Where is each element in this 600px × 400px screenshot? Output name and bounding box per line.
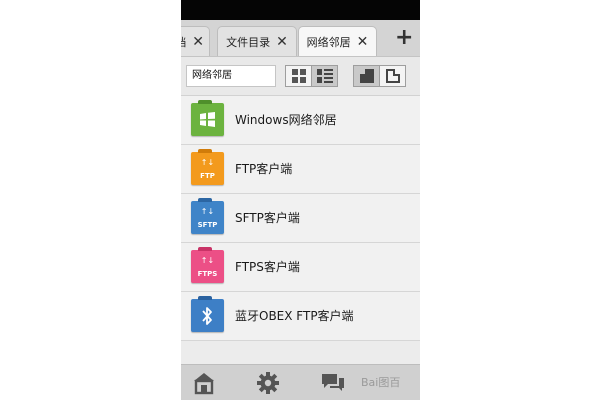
gear-icon[interactable] [256, 371, 280, 395]
folder-tab [198, 149, 212, 153]
single-pane-button[interactable] [354, 66, 379, 86]
add-tab-button[interactable]: + [395, 24, 413, 52]
view-mode-toggle [285, 65, 338, 87]
watermark: Bai图百 [361, 376, 401, 389]
windows-logo-icon [191, 100, 224, 136]
dual-pane-icon [385, 69, 400, 83]
chat-icon[interactable] [321, 371, 345, 395]
list-item[interactable]: ↑↓ FTP FTP客户端 [181, 145, 420, 194]
path-field[interactable]: 网络邻居 [186, 65, 276, 87]
list-item-label: SFTP客户端 [235, 211, 300, 225]
bluetooth-icon [191, 296, 224, 332]
tab-label: 文件目录 [226, 35, 271, 49]
protocol-tag: SFTP [197, 221, 218, 229]
protocol-tag: FTP [200, 172, 215, 180]
list-item[interactable]: ↑↓ FTPS FTPS客户端 [181, 243, 420, 292]
windows-flag-icon [200, 112, 215, 127]
tab-file-directory[interactable]: 文件目录 ✕ [217, 26, 297, 56]
status-bar [181, 0, 420, 20]
list-item-label: 蓝牙OBEX FTP客户端 [235, 309, 354, 323]
close-icon[interactable]: ✕ [192, 35, 204, 49]
list-item-label: FTP客户端 [235, 162, 293, 176]
grid-view-button[interactable] [286, 66, 311, 86]
ftp-folder-icon: ↑↓ FTP [191, 149, 224, 185]
tab-strip: 档 ✕ 文件目录 ✕ 网络邻居 ✕ + [181, 20, 420, 57]
tab-label: 档 [181, 34, 186, 50]
protocol-tag: FTPS [197, 270, 218, 278]
list-item-label: Windows网络邻居 [235, 113, 337, 127]
list-item-label: FTPS客户端 [235, 260, 300, 274]
folder-tab [198, 296, 212, 300]
home-icon[interactable] [192, 371, 216, 395]
list-view-button[interactable] [311, 66, 337, 86]
single-pane-icon [359, 69, 374, 83]
dual-pane-button[interactable] [379, 66, 405, 86]
tab-partial[interactable]: 档 ✕ [181, 26, 210, 56]
grid-view-icon [291, 69, 306, 83]
ftps-folder-icon: ↑↓ FTPS [191, 247, 224, 283]
sftp-folder-icon: ↑↓ SFTP [191, 198, 224, 234]
transfer-arrows-icon: ↑↓ [200, 207, 215, 216]
tab-network-neighborhood[interactable]: 网络邻居 ✕ [298, 26, 377, 56]
list-view-icon [316, 69, 333, 83]
list-item[interactable]: 蓝牙OBEX FTP客户端 [181, 292, 420, 341]
close-icon[interactable]: ✕ [357, 35, 369, 49]
transfer-arrows-icon: ↑↓ [200, 256, 215, 265]
bluetooth-symbol-icon [202, 307, 212, 325]
phone-screen: 档 ✕ 文件目录 ✕ 网络邻居 ✕ + 网络邻居 [181, 0, 420, 400]
pane-mode-toggle [353, 65, 406, 87]
list-item[interactable]: Windows网络邻居 [181, 96, 420, 145]
folder-tab [198, 247, 212, 251]
transfer-arrows-icon: ↑↓ [200, 158, 215, 167]
folder-tab [198, 198, 212, 202]
folder-tab [198, 100, 212, 104]
toolbar: 网络邻居 [181, 57, 420, 96]
location-list: Windows网络邻居 ↑↓ FTP FTP客户端 ↑↓ SFTP SFTP客户端 ↑↓ FTP… [181, 96, 420, 341]
list-item[interactable]: ↑↓ SFTP SFTP客户端 [181, 194, 420, 243]
bottom-bar: Bai图百 [181, 364, 420, 400]
close-icon[interactable]: ✕ [276, 35, 288, 49]
tab-label: 网络邻居 [306, 35, 351, 49]
